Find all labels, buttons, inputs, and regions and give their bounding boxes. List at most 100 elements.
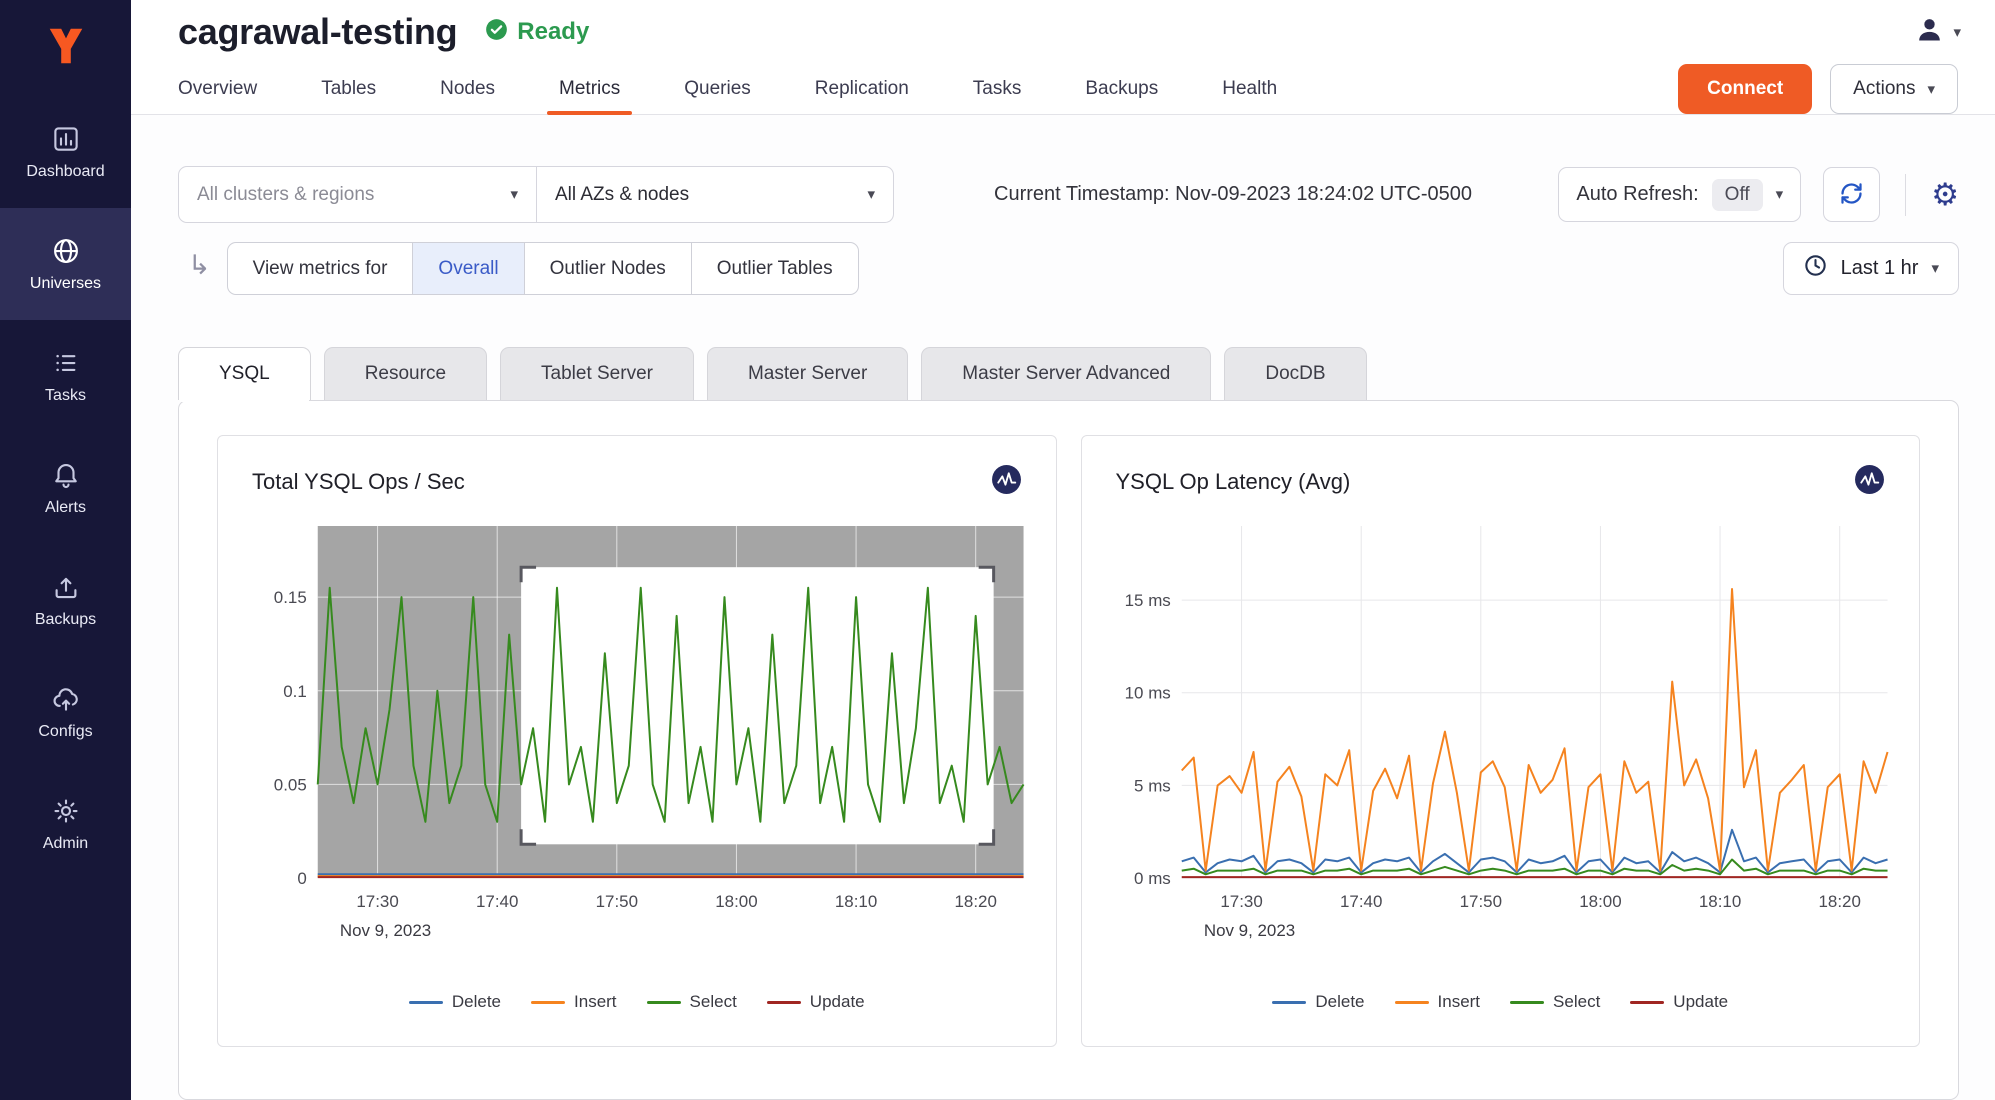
metric-tab-master-server-advanced[interactable]: Master Server Advanced [921, 347, 1211, 400]
sidebar-item-universes[interactable]: Universes [0, 208, 131, 320]
main: cagrawal-testing Ready ▾ Overview Tables… [131, 0, 1995, 1100]
view-mode-outlier-nodes[interactable]: Outlier Nodes [524, 243, 691, 294]
legend-swatch [1630, 1001, 1664, 1004]
time-range-select[interactable]: Last 1 hr ▾ [1783, 242, 1959, 295]
sidebar-nav: Dashboard Universes Tasks Alerts [0, 96, 131, 880]
auto-refresh-value[interactable]: Off [1712, 179, 1763, 211]
svg-text:15 ms: 15 ms [1124, 591, 1170, 610]
sidebar-item-alerts[interactable]: Alerts [0, 432, 131, 544]
user-menu[interactable]: ▾ [1914, 14, 1961, 50]
sidebar-item-backups[interactable]: Backups [0, 544, 131, 656]
view-metrics-segmented-control: View metrics for Overall Outlier Nodes O… [227, 242, 859, 295]
app-root: Dashboard Universes Tasks Alerts [0, 0, 1995, 1100]
time-range-value: Last 1 hr [1841, 257, 1919, 280]
chevron-down-icon: ▾ [1931, 261, 1939, 276]
tab-replication[interactable]: Replication [815, 64, 909, 114]
settings-gear-icon[interactable]: ⚙ [1931, 179, 1959, 210]
svg-text:5 ms: 5 ms [1134, 776, 1171, 795]
clock-icon [1803, 253, 1828, 284]
metric-tab-tablet-server[interactable]: Tablet Server [500, 347, 694, 400]
legend-item[interactable]: Select [647, 992, 737, 1012]
legend-label: Insert [1438, 992, 1481, 1012]
ysql-ops-chart[interactable]: 00.050.10.1517:3017:4017:5018:0018:1018:… [238, 510, 1036, 988]
sidebar-item-label: Tasks [45, 387, 86, 405]
chart-card-header: Total YSQL Ops / Sec [238, 460, 1036, 500]
ysql-latency-chart[interactable]: 0 ms5 ms10 ms15 ms17:3017:4017:5018:0018… [1102, 510, 1900, 988]
actions-button-label: Actions [1853, 78, 1915, 100]
metric-tab-master-server[interactable]: Master Server [707, 347, 908, 400]
svg-text:0.1: 0.1 [283, 682, 307, 701]
content: All clusters & regions ▾ All AZs & nodes… [131, 115, 1995, 1100]
status-text: Ready [517, 18, 589, 46]
auto-refresh-control[interactable]: Auto Refresh: Off ▾ [1558, 167, 1801, 222]
view-mode-outlier-tables[interactable]: Outlier Tables [691, 243, 858, 294]
legend-item[interactable]: Delete [409, 992, 501, 1012]
tab-metrics[interactable]: Metrics [559, 64, 620, 114]
legend-label: Update [810, 992, 865, 1012]
sidebar-item-label: Backups [35, 611, 96, 629]
sidebar-item-dashboard[interactable]: Dashboard [0, 96, 131, 208]
svg-text:18:10: 18:10 [835, 892, 877, 911]
sidebar-item-label: Configs [38, 723, 92, 741]
branch-arrow-icon: ↳ [188, 250, 211, 281]
chart-card-header: YSQL Op Latency (Avg) [1102, 460, 1900, 500]
page-title: cagrawal-testing [178, 11, 457, 53]
sidebar-item-configs[interactable]: Configs [0, 656, 131, 768]
filter-row: All clusters & regions ▾ All AZs & nodes… [178, 166, 1959, 223]
chart-card-ysql-ops: Total YSQL Ops / Sec 00.050.10.1517:3017… [217, 435, 1057, 1047]
legend-item[interactable]: Update [767, 992, 865, 1012]
tab-queries[interactable]: Queries [684, 64, 751, 114]
yugabyte-logo[interactable] [0, 0, 131, 96]
cluster-az-select-group: All clusters & regions ▾ All AZs & nodes… [178, 166, 894, 223]
charts-row: Total YSQL Ops / Sec 00.050.10.1517:3017… [217, 435, 1920, 1047]
check-circle-icon [485, 18, 508, 46]
tab-health[interactable]: Health [1222, 64, 1277, 114]
vertical-divider [1905, 174, 1906, 216]
tab-tables[interactable]: Tables [321, 64, 376, 114]
svg-text:18:20: 18:20 [954, 892, 996, 911]
sidebar-item-tasks[interactable]: Tasks [0, 320, 131, 432]
sidebar-item-label: Alerts [45, 499, 86, 517]
legend-item[interactable]: Update [1630, 992, 1728, 1012]
legend-swatch [1272, 1001, 1306, 1004]
tab-nodes[interactable]: Nodes [440, 64, 495, 114]
legend-label: Delete [1315, 992, 1364, 1012]
legend-swatch [1395, 1001, 1429, 1004]
tab-tasks[interactable]: Tasks [973, 64, 1022, 114]
configs-cloud-icon [51, 684, 81, 714]
tab-overview[interactable]: Overview [178, 64, 257, 114]
tab-backups[interactable]: Backups [1085, 64, 1158, 114]
legend-label: Delete [452, 992, 501, 1012]
sidebar-item-label: Admin [43, 835, 88, 853]
svg-text:17:50: 17:50 [1459, 892, 1501, 911]
chart-legend: Delete Insert Select Update [238, 988, 1036, 1012]
cluster-region-select[interactable]: All clusters & regions ▾ [179, 167, 536, 222]
tasks-icon [51, 348, 81, 378]
view-mode-overall[interactable]: Overall [412, 243, 523, 294]
legend-item[interactable]: Select [1510, 992, 1600, 1012]
connect-button[interactable]: Connect [1678, 64, 1812, 114]
refresh-button[interactable] [1823, 167, 1880, 222]
chart-title: Total YSQL Ops / Sec [252, 469, 465, 495]
sidebar-item-label: Universes [30, 275, 101, 293]
metrics-badge-icon[interactable] [1854, 464, 1885, 500]
metrics-badge-icon[interactable] [991, 464, 1022, 500]
view-metrics-row: ↳ View metrics for Overall Outlier Nodes… [178, 242, 1959, 295]
legend-item[interactable]: Insert [1395, 992, 1481, 1012]
sidebar-item-label: Dashboard [26, 163, 104, 181]
charts-panel: Total YSQL Ops / Sec 00.050.10.1517:3017… [178, 400, 1959, 1100]
actions-button[interactable]: Actions ▾ [1830, 64, 1958, 114]
tabbar-buttons: Connect Actions ▾ [1678, 64, 1958, 114]
metric-tab-resource[interactable]: Resource [324, 347, 487, 400]
current-timestamp: Current Timestamp: Nov-09-2023 18:24:02 … [994, 183, 1472, 206]
svg-text:0.15: 0.15 [274, 588, 307, 607]
metric-tab-docdb[interactable]: DocDB [1224, 347, 1366, 400]
sidebar-item-admin[interactable]: Admin [0, 768, 131, 880]
metric-tab-ysql[interactable]: YSQL [178, 347, 311, 400]
az-node-select[interactable]: All AZs & nodes ▾ [536, 167, 893, 222]
metric-tabs: YSQL Resource Tablet Server Master Serve… [178, 347, 1959, 400]
legend-item[interactable]: Delete [1272, 992, 1364, 1012]
legend-item[interactable]: Insert [531, 992, 617, 1012]
legend-swatch [409, 1001, 443, 1004]
svg-text:18:00: 18:00 [1579, 892, 1621, 911]
